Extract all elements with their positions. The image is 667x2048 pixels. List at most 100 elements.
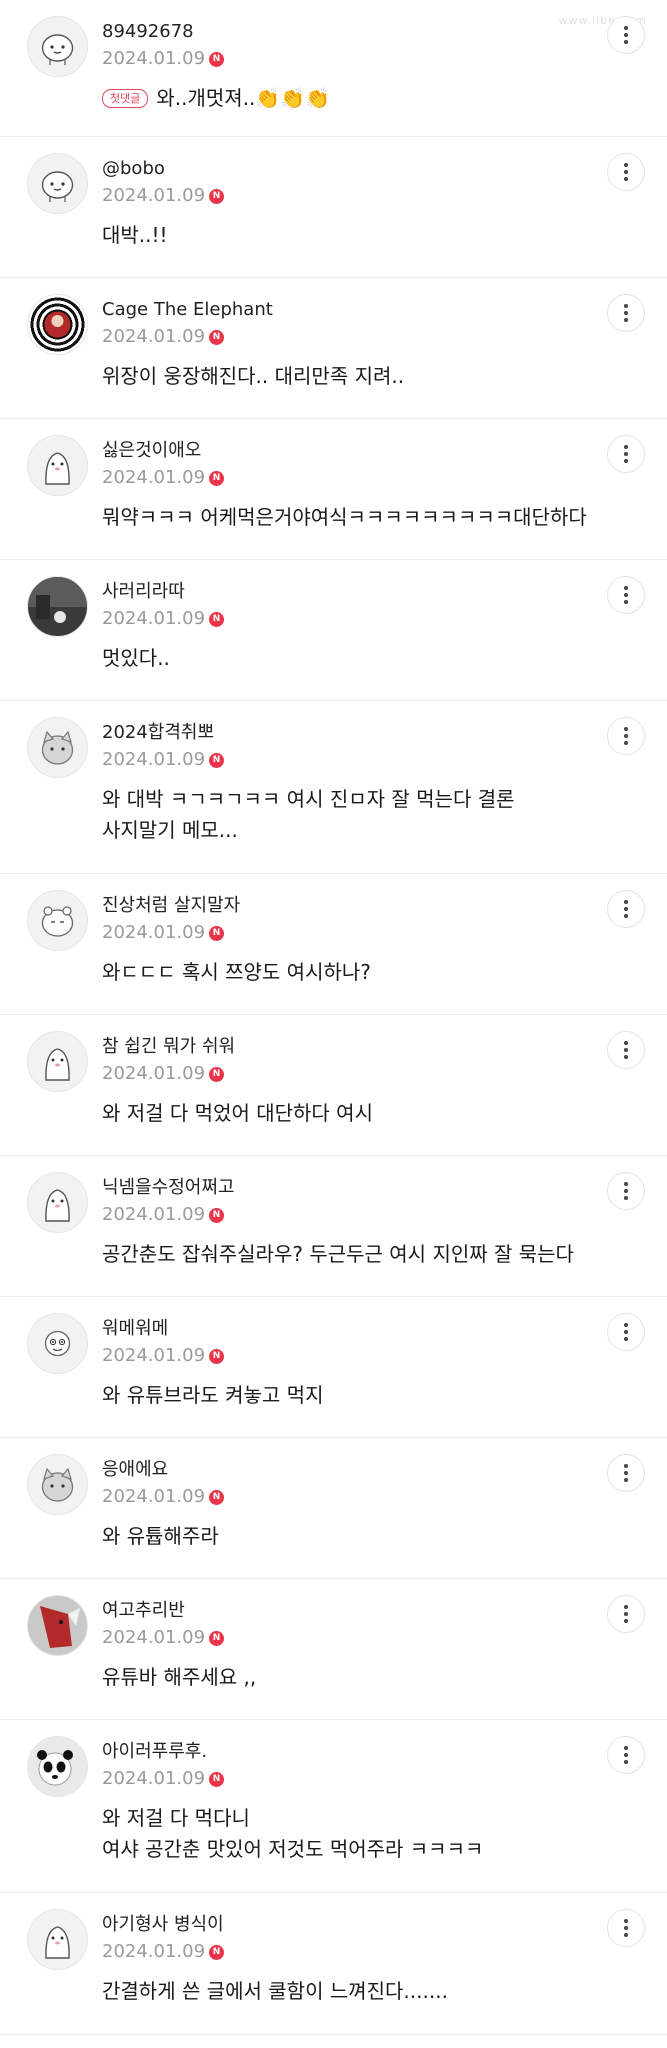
comment-author[interactable]: 2024합격취뽀	[102, 721, 587, 745]
comment-item: 진상처럼 살지말자 2024.01.09 N 와ㄷㄷㄷ 혹시 쯔양도 여시하나?	[0, 874, 667, 1015]
more-options-button[interactable]	[607, 16, 645, 54]
avatar[interactable]	[27, 1172, 88, 1233]
comment-author[interactable]: 응애에요	[102, 1458, 587, 1482]
comment-author[interactable]: 참 쉽긴 뭐가 쉬워	[102, 1035, 587, 1059]
comment-text: 뭐약ㅋㅋㅋ 어케먹은거야여식ㅋㅋㅋㅋㅋㅋㅋㅋㅋ대단하다	[102, 505, 587, 529]
comment-date: 2024.01.09	[102, 467, 206, 488]
comment-date: 2024.01.09	[102, 1627, 206, 1648]
more-options-button[interactable]	[607, 294, 645, 332]
avatar[interactable]	[27, 153, 88, 214]
comment-text: 간결하게 쓴 글에서 쿨함이 느껴진다.......	[102, 1979, 448, 2003]
comment-text: 공간춘도 잡숴주실라우? 두근두근 여시 지인짜 잘 묵는다	[102, 1242, 574, 1266]
comment-date: 2024.01.09	[102, 1486, 206, 1507]
comment-text: 와 대박 ㅋㄱㅋㄱㅋㅋ 여시 진ㅁ자 잘 먹는다 결론 사지말기 메모...	[102, 787, 515, 842]
comment-item: 사러리라따 2024.01.09 N 멋있다..	[0, 560, 667, 701]
new-badge: N	[209, 1630, 225, 1646]
avatar[interactable]	[27, 576, 88, 637]
avatar[interactable]	[27, 1313, 88, 1374]
comment-item: Cage The Elephant 2024.01.09 N 위장이 웅장해진다…	[0, 278, 667, 419]
comment-text: 와 저걸 다 먹었어 대단하다 여시	[102, 1101, 373, 1125]
comment-date: 2024.01.09	[102, 1063, 206, 1084]
more-options-button[interactable]	[607, 1313, 645, 1351]
comment-item: 2024합격취뽀 2024.01.09 N 와 대박 ㅋㄱㅋㄱㅋㅋ 여시 진ㅁ자…	[0, 701, 667, 874]
comment-text: 멋있다..	[102, 646, 170, 670]
new-badge: N	[209, 188, 225, 204]
avatar[interactable]	[27, 1454, 88, 1515]
comment-author[interactable]: 닉넴을수정어쩌고	[102, 1176, 587, 1200]
comment-item: 싫은것이애오 2024.01.09 N 뭐약ㅋㅋㅋ 어케먹은거야여식ㅋㅋㅋㅋㅋㅋ…	[0, 419, 667, 560]
more-options-button[interactable]	[607, 153, 645, 191]
comment-date: 2024.01.09	[102, 326, 206, 347]
comment-author[interactable]: 아이러푸루후.	[102, 1740, 587, 1764]
comment-item: 응애에요 2024.01.09 N 와 유튭해주라	[0, 1438, 667, 1579]
comment-text: 와ㄷㄷㄷ 혹시 쯔양도 여시하나?	[102, 960, 371, 984]
comment-date: 2024.01.09	[102, 185, 206, 206]
comment-date: 2024.01.09	[102, 749, 206, 770]
comment-author[interactable]: @bobo	[102, 157, 587, 181]
more-options-button[interactable]	[607, 717, 645, 755]
more-options-button[interactable]	[607, 1454, 645, 1492]
comment-author[interactable]: 아기형사 병식이	[102, 1913, 587, 1937]
new-badge: N	[209, 329, 225, 345]
avatar[interactable]	[27, 890, 88, 951]
comment-date: 2024.01.09	[102, 922, 206, 943]
new-badge: N	[209, 925, 225, 941]
comment-date: 2024.01.09	[102, 1345, 206, 1366]
avatar[interactable]	[27, 717, 88, 778]
avatar[interactable]	[27, 1909, 88, 1970]
comment-date: 2024.01.09	[102, 608, 206, 629]
comment-text: 와 유튭해주라	[102, 1524, 219, 1548]
new-badge: N	[209, 1348, 225, 1364]
comment-author[interactable]: Cage The Elephant	[102, 298, 587, 322]
more-options-button[interactable]	[607, 1736, 645, 1774]
comment-item: 참 쉽긴 뭐가 쉬워 2024.01.09 N 와 저걸 다 먹었어 대단하다 …	[0, 1015, 667, 1156]
comment-item: 아이러푸루후. 2024.01.09 N 와 저걸 다 먹다니 여샤 공간춘 맛…	[0, 1720, 667, 1893]
comment-item: 89492678 2024.01.09 N 첫댓글 와..개멋져..👏👏👏	[0, 0, 667, 137]
comment-author[interactable]: 진상처럼 살지말자	[102, 894, 587, 918]
comment-item: 아기형사 병식이 2024.01.09 N 간결하게 쓴 글에서 쿨함이 느껴진…	[0, 1893, 667, 2035]
comment-author[interactable]: 89492678	[102, 20, 587, 44]
new-badge: N	[209, 1207, 225, 1223]
new-badge: N	[209, 1771, 225, 1787]
comment-text: 와 저걸 다 먹다니 여샤 공간춘 맛있어 저것도 먹어주라 ㅋㅋㅋㅋ	[102, 1806, 484, 1861]
new-badge: N	[209, 470, 225, 486]
new-badge: N	[209, 1489, 225, 1505]
comment-date: 2024.01.09	[102, 48, 206, 69]
avatar[interactable]	[27, 1031, 88, 1092]
more-options-button[interactable]	[607, 890, 645, 928]
comment-text: 위장이 웅장해진다.. 대리만족 지려..	[102, 364, 405, 388]
avatar[interactable]	[27, 294, 88, 355]
comment-item: 닉넴을수정어쩌고 2024.01.09 N 공간춘도 잡숴주실라우? 두근두근 …	[0, 1156, 667, 1297]
comment-date: 2024.01.09	[102, 1768, 206, 1789]
new-badge: N	[209, 51, 225, 67]
comment-author[interactable]: 여고추리반	[102, 1599, 587, 1623]
new-badge: N	[209, 1944, 225, 1960]
comment-item: @bobo 2024.01.09 N 대박..!!	[0, 137, 667, 278]
avatar[interactable]	[27, 435, 88, 496]
comment-item: 여고추리반 2024.01.09 N 유튜바 해주세요 ,,	[0, 1579, 667, 1720]
more-options-button[interactable]	[607, 1031, 645, 1069]
comment-text: 와 유튜브라도 켜놓고 먹지	[102, 1383, 324, 1407]
comment-author[interactable]: 워메워메	[102, 1317, 587, 1341]
first-comment-badge: 첫댓글	[102, 89, 149, 108]
comment-text-content: 와..개멋져..👏👏👏	[156, 86, 331, 110]
avatar[interactable]	[27, 1595, 88, 1656]
comment-text: 첫댓글 와..개멋져..👏👏👏	[102, 83, 587, 114]
more-options-button[interactable]	[607, 1172, 645, 1210]
comment-item: 워메워메 2024.01.09 N 와 유튜브라도 켜놓고 먹지	[0, 1297, 667, 1438]
comment-text: 대박..!!	[102, 223, 168, 247]
new-badge: N	[209, 1066, 225, 1082]
more-options-button[interactable]	[607, 1595, 645, 1633]
new-badge: N	[209, 611, 225, 627]
avatar[interactable]	[27, 16, 88, 77]
comment-author[interactable]: 사러리라따	[102, 580, 587, 604]
more-options-button[interactable]	[607, 576, 645, 614]
more-options-button[interactable]	[607, 435, 645, 473]
comment-date: 2024.01.09	[102, 1204, 206, 1225]
comment-date: 2024.01.09	[102, 1941, 206, 1962]
more-options-button[interactable]	[607, 1909, 645, 1947]
comment-list: 89492678 2024.01.09 N 첫댓글 와..개멋져..👏👏👏 @bo…	[0, 0, 667, 2035]
comment-text: 유튜바 해주세요 ,,	[102, 1665, 257, 1689]
avatar[interactable]	[27, 1736, 88, 1797]
comment-author[interactable]: 싫은것이애오	[102, 439, 587, 463]
